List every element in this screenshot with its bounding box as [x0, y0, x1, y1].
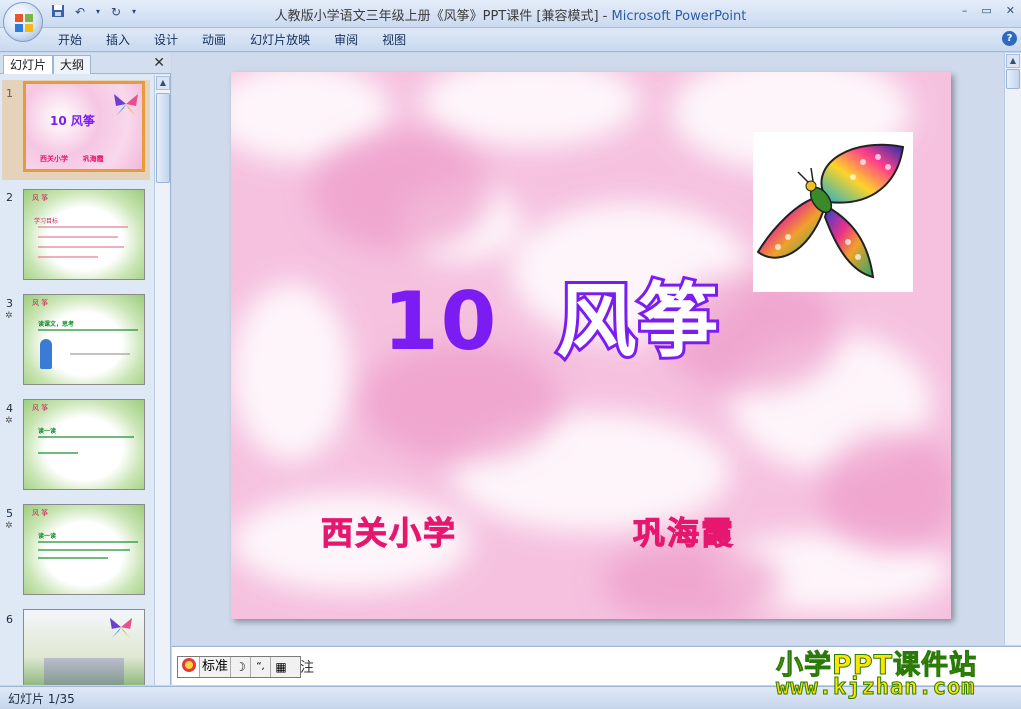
lesson-title: 风筝 [553, 272, 721, 371]
thumb-text-line [38, 246, 124, 248]
tab-review[interactable]: 审阅 [322, 31, 370, 50]
notes-text: 注 [300, 660, 314, 676]
butterfly-kite-icon [756, 143, 905, 279]
butterfly-kite-icon [109, 617, 133, 639]
tab-outline[interactable]: 大纲 [53, 55, 92, 74]
thumb-title: 风 筝 [32, 404, 49, 412]
tab-animations[interactable]: 动画 [190, 31, 238, 50]
slide-counter: 幻灯片 1/35 [8, 692, 75, 706]
thumb-subtitle: 读一读 [38, 428, 57, 435]
thumb-title: 风 筝 [32, 509, 49, 517]
app-name: Microsoft PowerPoint [611, 9, 747, 24]
slide-number: 5 [6, 507, 13, 520]
thumb-text-line [38, 436, 134, 438]
office-button[interactable] [3, 2, 43, 42]
thumb-text-block [44, 658, 124, 685]
close-button[interactable]: ✕ [1006, 4, 1015, 17]
thumb-text-line [38, 226, 128, 228]
thumb-text-line [38, 329, 138, 331]
slide-title[interactable]: 10 风筝 [383, 257, 721, 373]
tab-slides[interactable]: 幻灯片 [3, 55, 54, 74]
thumb-title: 风 筝 [32, 194, 49, 202]
animation-star-icon: ✲ [5, 311, 13, 321]
editor-scrollbar[interactable]: ▲ [1004, 53, 1021, 645]
pane-tabs: 幻灯片 大纲 ✕ [0, 53, 171, 74]
thumb-text-line [38, 549, 130, 551]
thumb-text-line [38, 256, 98, 258]
ribbon: 开始 插入 设计 动画 幻灯片放映 审阅 视图 ? [0, 28, 1021, 52]
slide-number: 3 [6, 297, 13, 310]
slide-thumbnail-4[interactable]: 风 筝 读一读 [23, 399, 145, 490]
thumbnails-scrollbar[interactable]: ▲ [154, 75, 170, 685]
current-slide[interactable]: 10 风筝 西关小学 巩海霞 [231, 72, 951, 619]
thumb-text-line [70, 353, 130, 355]
thumb-subtitle: 读课文，思考 [38, 321, 75, 328]
slide-thumbnail-5[interactable]: 风 筝 读一读 [23, 504, 145, 595]
slide-number: 6 [6, 613, 13, 626]
pane-close-icon[interactable]: ✕ [153, 55, 165, 71]
slide-number: 2 [6, 191, 13, 204]
title-bar: ↶ ▾ ↻ ▾ 人教版小学语文三年级上册《风筝》PPT课件 [兼容模式] - M… [0, 0, 1021, 28]
restore-button[interactable]: ▭ [981, 4, 991, 17]
tab-view[interactable]: 视图 [370, 31, 418, 50]
watermark-url: www.kjzhan.com [775, 675, 976, 701]
slide-thumbnail-2[interactable]: 风 筝 学习目标 [23, 189, 145, 280]
scroll-thumb[interactable] [1006, 69, 1020, 89]
slide-thumbnail-3[interactable]: 风 筝 读课文，思考 [23, 294, 145, 385]
kite-image[interactable] [753, 132, 913, 292]
tab-home[interactable]: 开始 [46, 31, 94, 50]
scroll-up-icon[interactable]: ▲ [156, 76, 170, 90]
keyboard-icon[interactable]: ▦ [271, 657, 291, 677]
help-icon[interactable]: ? [1002, 31, 1017, 46]
tab-slideshow[interactable]: 幻灯片放映 [238, 31, 322, 50]
moon-icon[interactable]: ☽ [231, 657, 252, 677]
child-figure-icon [40, 339, 52, 369]
punctuation-icon[interactable]: “, [251, 657, 272, 677]
ime-mode-label[interactable]: 标准 [200, 657, 232, 677]
title-separator: - [598, 9, 612, 24]
ime-logo-icon[interactable] [178, 657, 200, 677]
ribbon-tabs: 开始 插入 设计 动画 幻灯片放映 审阅 视图 [46, 31, 418, 50]
scroll-up-icon[interactable]: ▲ [1006, 54, 1020, 68]
office-logo-icon [15, 14, 33, 32]
thumb-subtitle: 读一读 [38, 533, 57, 540]
tab-insert[interactable]: 插入 [94, 31, 142, 50]
lesson-number: 10 [383, 275, 499, 368]
animation-star-icon: ✲ [5, 521, 13, 531]
scroll-thumb[interactable] [156, 93, 170, 183]
slides-pane: 幻灯片 大纲 ✕ 1 10 风筝 西关小学 巩海霞 2 风 筝 学习目标 3 ✲… [0, 53, 171, 685]
document-title: 人教版小学语文三年级上册《风筝》PPT课件 [兼容模式] [274, 9, 599, 24]
minimize-button[interactable]: – [962, 4, 968, 17]
school-name[interactable]: 西关小学 [320, 508, 457, 554]
slide-thumbnail-1[interactable]: 10 风筝 西关小学 巩海霞 [23, 81, 145, 172]
ime-toolbar[interactable]: 标准 ☽ “, ▦ [177, 656, 301, 678]
animation-star-icon: ✲ [5, 416, 13, 426]
window-controls: – ▭ ✕ [962, 4, 1015, 17]
window-title: 人教版小学语文三年级上册《风筝》PPT课件 [兼容模式] - Microsoft… [0, 5, 1021, 24]
slide-editor: 10 风筝 西关小学 巩海霞 [172, 53, 1004, 645]
thumb-text-line [38, 557, 108, 559]
thumb-text-line [38, 452, 78, 454]
tab-design[interactable]: 设计 [142, 31, 190, 50]
thumb-title: 风 筝 [32, 299, 49, 307]
author-name[interactable]: 巩海霞 [632, 508, 735, 554]
thumb-title: 10 风筝 [50, 114, 95, 128]
thumbnail-list: 1 10 风筝 西关小学 巩海霞 2 风 筝 学习目标 3 ✲ 风 筝 读课文，… [0, 75, 154, 685]
thumb-subtitle: 西关小学 巩海霞 [40, 155, 104, 163]
thumb-subtitle: 学习目标 [34, 218, 59, 225]
butterfly-kite-icon [114, 94, 138, 116]
slide-thumbnail-6[interactable] [23, 609, 145, 685]
thumb-text-line [38, 541, 138, 543]
slide-number: 4 [6, 402, 13, 415]
thumb-text-line [38, 236, 118, 238]
